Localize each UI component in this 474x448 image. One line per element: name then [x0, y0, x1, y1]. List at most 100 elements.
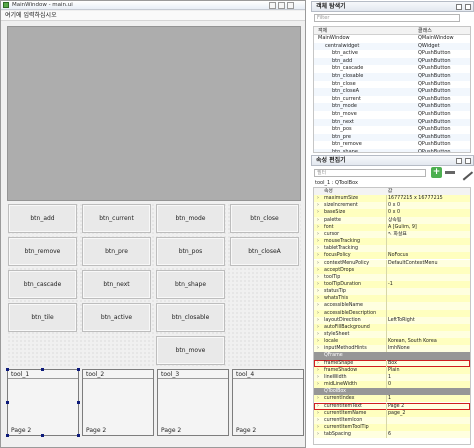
remove-property-icon[interactable] — [445, 171, 455, 174]
toolbox-2[interactable]: tool_2 Page 2 — [82, 369, 154, 436]
menu-type-here[interactable]: 여기에 입력하십시오 — [5, 12, 57, 20]
property-row[interactable]: › acceptDrops — [314, 266, 470, 274]
property-row[interactable]: › statusTip — [314, 288, 470, 296]
btn-shape[interactable]: btn_shape — [156, 270, 225, 299]
btn-move[interactable]: btn_move — [156, 336, 225, 365]
toolbox-3[interactable]: tool_3 Page 2 — [157, 369, 229, 436]
object-filter-input[interactable]: Filter — [314, 14, 460, 22]
expand-icon[interactable]: › — [317, 410, 319, 417]
expand-icon[interactable]: › — [317, 381, 319, 388]
object-tree[interactable]: 객체 클래스 MainWindow QMainWindow centralwidge… — [313, 26, 471, 153]
minimize-icon[interactable] — [269, 2, 276, 9]
property-value[interactable]: ImhNone — [388, 345, 410, 352]
selection-handle[interactable] — [77, 401, 80, 404]
property-row[interactable]: › currentItemIcon — [314, 416, 470, 424]
btn-mode[interactable]: btn_mode — [156, 204, 225, 233]
expand-icon[interactable]: › — [317, 267, 319, 274]
expand-icon[interactable]: › — [317, 238, 319, 245]
close-icon[interactable] — [465, 4, 471, 10]
expand-icon[interactable]: › — [317, 424, 319, 431]
property-row[interactable]: › focusPolicy NoFocus — [314, 252, 470, 260]
property-row[interactable]: › midLineWidth 0 — [314, 381, 470, 389]
property-row[interactable]: › sizeIncrement 0 x 0 — [314, 202, 470, 210]
property-value[interactable]: Plain — [388, 367, 400, 374]
property-row[interactable]: › frameShape Box — [314, 359, 470, 367]
configure-icon[interactable] — [456, 164, 474, 181]
property-value[interactable]: Page 2 — [388, 403, 404, 410]
toolbox-tab[interactable]: tool_3 — [158, 370, 228, 379]
tree-row[interactable]: btn_close QPushButton — [314, 81, 470, 89]
btn-current[interactable]: btn_current — [82, 204, 151, 233]
expand-icon[interactable]: › — [317, 217, 319, 224]
tree-row[interactable]: btn_closeA QPushButton — [314, 88, 470, 96]
tree-row[interactable]: btn_active QPushButton — [314, 50, 470, 58]
maximize-icon[interactable] — [278, 2, 285, 9]
selection-handle[interactable] — [6, 368, 9, 371]
property-value[interactable]: Box — [388, 360, 397, 367]
expand-icon[interactable]: › — [317, 417, 319, 424]
property-row[interactable]: › accessibleDescription — [314, 309, 470, 317]
toolbox-tab[interactable]: tool_4 — [233, 370, 303, 379]
tree-row[interactable]: btn_next QPushButton — [314, 118, 470, 127]
btn-remove[interactable]: btn_remove — [8, 237, 77, 266]
tree-row[interactable]: btn_pos QPushButton — [314, 126, 470, 134]
expand-icon[interactable]: › — [317, 274, 319, 281]
mdi-area[interactable] — [7, 26, 301, 201]
property-row[interactable]: › palette 상속됨 — [314, 216, 470, 224]
toolbox-page[interactable]: Page 2 — [233, 427, 303, 435]
property-row[interactable]: › lineWidth 1 — [314, 373, 470, 382]
property-value[interactable]: 1 — [388, 395, 391, 402]
float-icon[interactable] — [456, 4, 462, 10]
tree-row[interactable]: btn_mode QPushButton — [314, 103, 470, 111]
property-row[interactable]: › autoFillBackground — [314, 323, 470, 331]
property-row[interactable]: › toolTip — [314, 273, 470, 281]
expand-icon[interactable]: › — [317, 395, 319, 402]
btn-pos[interactable]: btn_pos — [156, 237, 225, 266]
property-value[interactable]: 1 — [388, 374, 391, 381]
toolbox-tab[interactable]: tool_1 — [8, 370, 78, 379]
tree-row[interactable]: btn_remove QPushButton — [314, 141, 470, 149]
tree-row[interactable]: btn_add QPushButton — [314, 57, 470, 66]
tree-row[interactable]: btn_move QPushButton — [314, 111, 470, 119]
property-row[interactable]: › whatsThis — [314, 295, 470, 303]
expand-icon[interactable]: › — [317, 302, 319, 309]
expand-icon[interactable]: › — [317, 345, 319, 352]
selection-handle[interactable] — [77, 434, 80, 437]
property-value[interactable]: 0 x 0 — [388, 202, 400, 209]
expand-icon[interactable]: › — [317, 310, 319, 317]
property-row[interactable]: › tabletTracking — [314, 245, 470, 253]
property-value[interactable]: 0 — [388, 381, 391, 388]
expand-icon[interactable]: › — [317, 360, 319, 367]
toolbox-page[interactable]: Page 2 — [158, 427, 228, 435]
tree-row[interactable]: btn_current QPushButton — [314, 96, 470, 104]
property-row[interactable]: › frameShadow Plain — [314, 366, 470, 374]
selection-handle[interactable] — [6, 434, 9, 437]
expand-icon[interactable]: › — [317, 281, 319, 288]
tree-row[interactable]: centralwidget QWidget — [314, 42, 470, 51]
selection-handle[interactable] — [41, 434, 44, 437]
property-value[interactable]: 6 — [388, 431, 391, 438]
expand-icon[interactable]: › — [317, 252, 319, 259]
btn-cascade[interactable]: btn_cascade — [8, 270, 77, 299]
selection-handle[interactable] — [41, 368, 44, 371]
btn-closeA[interactable]: btn_closeA — [230, 237, 299, 266]
property-value[interactable]: -1 — [388, 281, 393, 288]
property-value[interactable]: page_2 — [388, 410, 405, 417]
property-row[interactable]: › toolTipDuration -1 — [314, 280, 470, 289]
close-icon[interactable] — [287, 2, 294, 9]
property-row[interactable]: › layoutDirection LeftToRight — [314, 316, 470, 324]
property-value[interactable]: 상속됨 — [388, 217, 401, 224]
property-row[interactable]: › inputMethodHints ImhNone — [314, 345, 470, 353]
expand-icon[interactable]: › — [317, 195, 319, 202]
tree-row[interactable]: btn_pre QPushButton — [314, 133, 470, 142]
property-row[interactable]: › contextMenuPolicy DefaultContextMenu — [314, 259, 470, 267]
property-row[interactable]: › accessibleName — [314, 302, 470, 310]
expand-icon[interactable]: › — [317, 224, 319, 231]
float-icon[interactable] — [456, 158, 462, 164]
tree-row[interactable]: btn_shape QPushButton — [314, 149, 470, 152]
property-table[interactable]: 속성 값 › maximumSize 16777215 x 16777215 › siz… — [313, 187, 471, 445]
property-filter-input[interactable]: 필터 — [314, 169, 426, 177]
toolbox-1[interactable]: tool_1 Page 2 — [7, 369, 79, 436]
btn-pre[interactable]: btn_pre — [82, 237, 151, 266]
expand-icon[interactable]: › — [317, 295, 319, 302]
